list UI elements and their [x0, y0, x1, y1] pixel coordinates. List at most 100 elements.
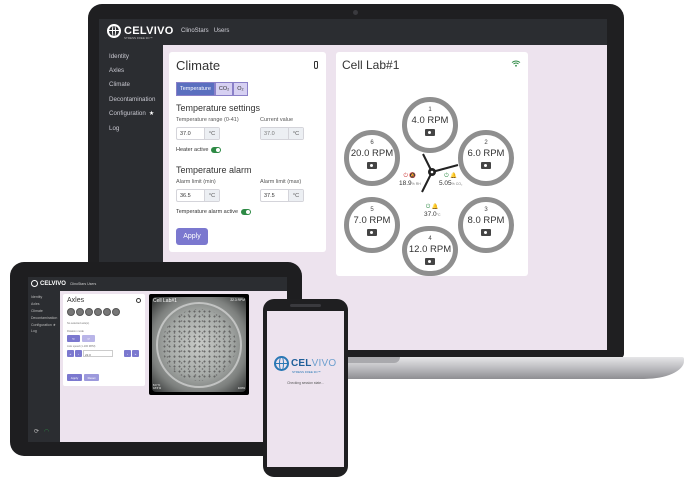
camera-icon[interactable]	[367, 162, 377, 169]
axle-dot[interactable]	[103, 308, 111, 316]
power-icon: ⏻	[444, 173, 449, 179]
tablet-sidebar-item-log[interactable]: Log	[28, 328, 60, 335]
refresh-icon[interactable]: ⟳	[34, 428, 39, 435]
axles-card: Axles No selected axle(s) Rotation mode …	[63, 294, 145, 386]
axle-dot[interactable]	[94, 308, 102, 316]
camera-feed[interactable]: Cell Lab#1 22.3 RPM 8.0 °C 18.5 % 100%	[149, 294, 249, 395]
tablet-sidebar-item-climate[interactable]: Climate	[28, 308, 60, 315]
temperature-alarm-title: Temperature alarm	[176, 165, 252, 175]
well-number: 6	[370, 140, 374, 146]
tab-co2[interactable]: CO₂	[214, 82, 234, 96]
well-rpm: 12.0 RPM	[408, 244, 452, 255]
logo-vivo: VIVO	[311, 358, 337, 369]
speed-input[interactable]: 22.0	[83, 350, 113, 357]
sidebar-item-log[interactable]: Log	[99, 121, 163, 135]
co2-unit: % CO₂	[451, 182, 463, 186]
camera-icon[interactable]	[481, 229, 491, 236]
sidebar-item-configuration-label: Configuration	[109, 110, 146, 118]
humidity-unit: % RH	[411, 182, 421, 186]
phone-logo-word: CELVIVO	[291, 358, 336, 369]
well-4[interactable]: 4 12.0 RPM	[402, 226, 458, 276]
camera-icon[interactable]	[367, 229, 377, 236]
logo-cel: CEL	[291, 358, 312, 369]
rotate-cw-button[interactable]: ↻	[67, 335, 80, 342]
camera-icon[interactable]	[425, 129, 435, 136]
tablet-logo[interactable]: CELVIVO	[31, 280, 66, 287]
co2-status: ⏻ 🔔 5.05% CO₂	[439, 173, 462, 187]
well-number: 5	[370, 207, 374, 213]
humidity-status: ⏻ 🔕 18.9% RH	[399, 173, 421, 187]
speed-decrease-fast-button[interactable]: «	[67, 350, 74, 357]
camera-icon[interactable]	[481, 162, 491, 169]
tablet-screen: CELVIVO ClinoStars Users Identity Axles …	[28, 277, 287, 442]
celvivo-logo[interactable]: CELVIVO STRESS FREE 3D™	[107, 24, 174, 40]
speed-increase-fast-button[interactable]: »	[132, 350, 139, 357]
rotate-ccw-button[interactable]: ↺	[82, 335, 95, 342]
well-3[interactable]: 3 8.0 RPM	[458, 197, 514, 253]
no-selection-label: No selected axle(s)	[67, 322, 90, 325]
alarm-active-label: Temperature alarm active	[176, 209, 239, 215]
nav-users[interactable]: Users	[214, 28, 230, 34]
well-rpm: 7.0 RPM	[353, 215, 391, 226]
alarm-min-label: Alarm limit (min)	[176, 179, 216, 185]
well-rpm: 4.0 RPM	[411, 115, 449, 126]
rotation-mode-label: Rotation mode	[67, 330, 84, 333]
current-value-field: 37.0 °C	[260, 127, 304, 140]
well-rpm: 8.0 RPM	[467, 215, 505, 226]
globe-icon	[31, 280, 38, 287]
co2-value: 5.05	[439, 180, 452, 187]
alarm-min-field[interactable]: 36.5 °C	[176, 189, 220, 202]
well-2[interactable]: 2 6.0 RPM	[458, 130, 514, 186]
alarm-active-toggle[interactable]	[241, 209, 252, 215]
phone-screen: CELVIVO STRESS FREE 3D™ Checking session…	[267, 311, 344, 467]
sidebar-item-climate[interactable]: Climate	[99, 78, 163, 92]
tab-temperature[interactable]: Temperature	[176, 82, 215, 96]
temperature-status: ⏻ 🔔 37.0°C	[424, 204, 441, 218]
unit-celsius: °C	[288, 190, 303, 201]
heater-active-row: Heater active	[176, 147, 222, 153]
tablet-sidebar-item-axles[interactable]: Axles	[28, 301, 60, 308]
alarm-max-label: Alarm limit (max)	[260, 179, 302, 185]
tablet-apply-button[interactable]: Apply	[67, 374, 82, 381]
tablet-sidebar-item-configuration[interactable]: Configuration ★	[28, 321, 60, 328]
temperature-range-label: Temperature range (0-41)	[176, 117, 239, 123]
apply-button[interactable]: Apply	[176, 228, 208, 245]
speed-decrease-button[interactable]: ‹	[75, 350, 82, 357]
axle-dot[interactable]	[112, 308, 120, 316]
alarm-max-field[interactable]: 37.5 °C	[260, 189, 304, 202]
axle-dot[interactable]	[76, 308, 84, 316]
laptop-camera	[353, 10, 358, 15]
axle-dot[interactable]	[67, 308, 75, 316]
well-5[interactable]: 5 7.0 RPM	[344, 197, 400, 253]
heater-active-toggle[interactable]	[211, 147, 222, 153]
camera-icon[interactable]	[425, 258, 435, 265]
well-rpm: 20.0 RPM	[350, 148, 394, 159]
sidebar-item-axles[interactable]: Axles	[99, 63, 163, 77]
sidebar-item-configuration[interactable]: Configuration ★	[99, 107, 163, 121]
device-showcase: CELVIVO STRESS FREE 3D™ ClinoStars Users…	[0, 0, 691, 479]
alarm-active-row: Temperature alarm active	[176, 209, 252, 215]
speed-label: Axle speed (1-100 RPM)	[67, 345, 96, 348]
climate-title: Climate	[176, 58, 221, 73]
unit-celsius: °C	[204, 190, 219, 201]
gear-icon[interactable]	[136, 298, 141, 303]
temperature-unit: °C	[436, 213, 441, 217]
nav-clinostars[interactable]: ClinoStars	[181, 28, 209, 34]
tablet-sidebar-item-decontamination[interactable]: Decontamination	[28, 314, 60, 321]
tablet-top-bar: CELVIVO ClinoStars Users	[28, 277, 287, 291]
tablet-reset-button[interactable]: Reset	[84, 374, 99, 381]
well-6[interactable]: 6 20.0 RPM	[344, 130, 400, 186]
tablet-top-nav[interactable]: ClinoStars Users	[70, 282, 96, 286]
sidebar-item-identity[interactable]: Identity	[99, 49, 163, 63]
tab-o2[interactable]: O₂	[233, 82, 248, 96]
sidebar-item-decontamination[interactable]: Decontamination	[99, 92, 163, 106]
top-nav: ClinoStars Users	[181, 28, 229, 34]
phone-logo: CELVIVO	[274, 356, 336, 371]
well-number: 3	[484, 207, 488, 213]
speed-increase-button[interactable]: ›	[124, 350, 131, 357]
well-1[interactable]: 1 4.0 RPM	[402, 97, 458, 153]
star-icon: ★	[148, 111, 155, 118]
tablet-sidebar-item-identity[interactable]: Identity	[28, 294, 60, 301]
axle-dot[interactable]	[85, 308, 93, 316]
temperature-range-field[interactable]: 37.0 °C	[176, 127, 220, 140]
